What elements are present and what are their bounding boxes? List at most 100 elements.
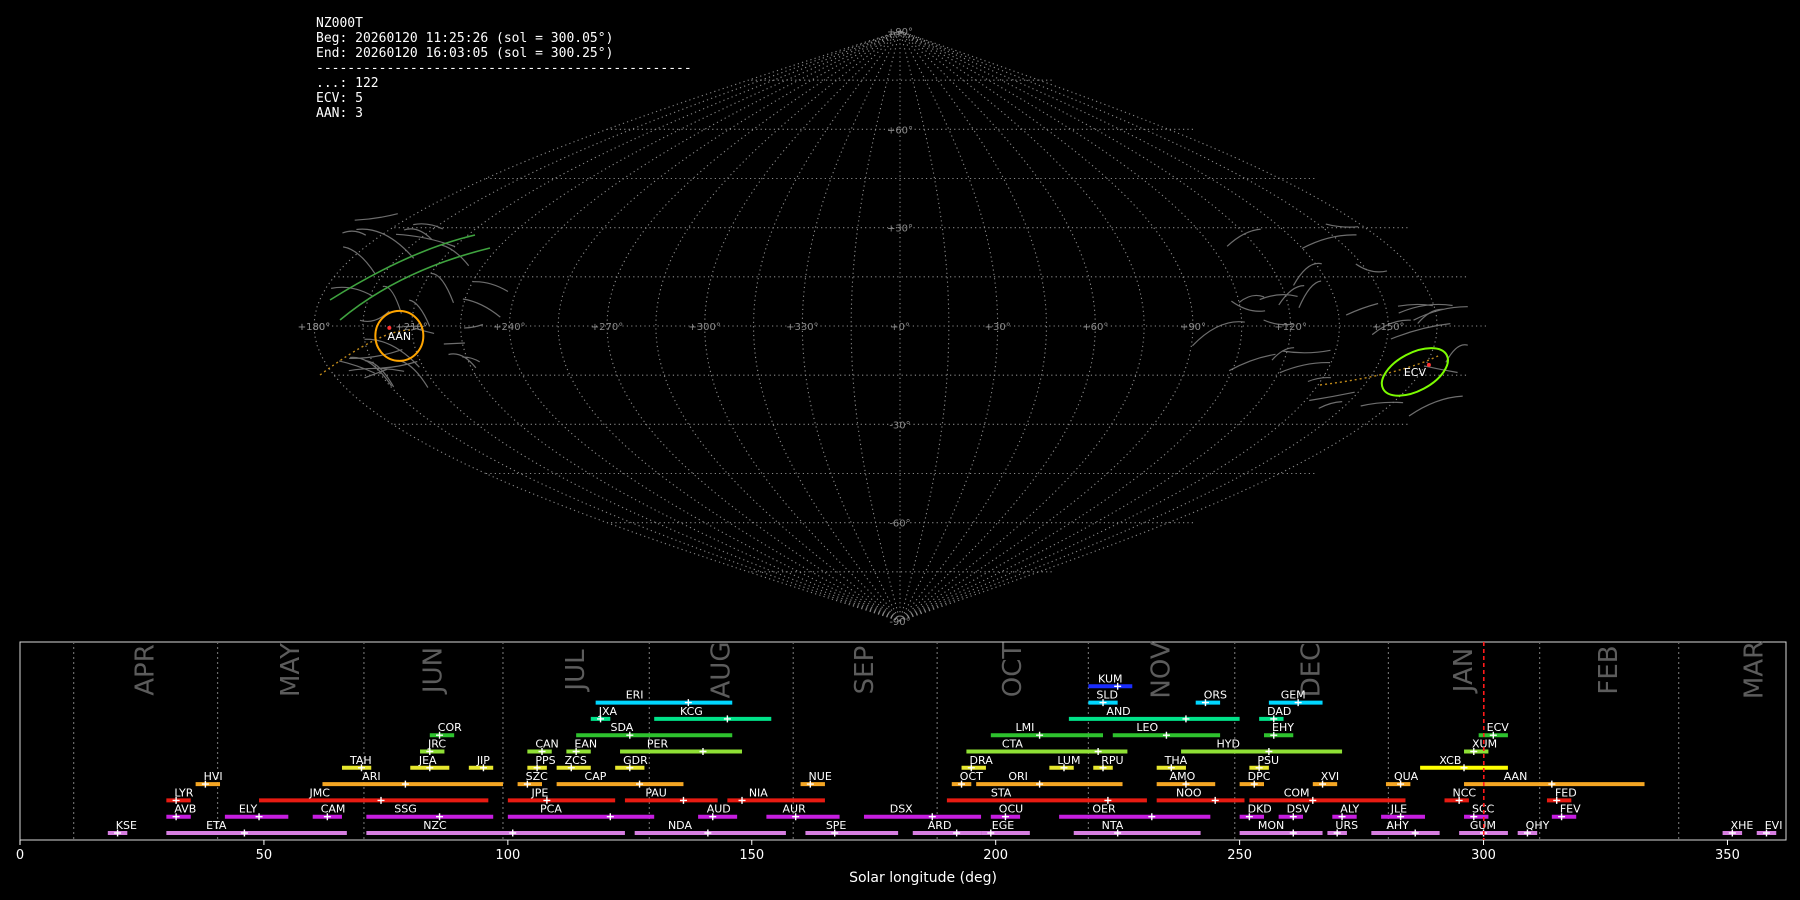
- shower-label: EGE: [992, 819, 1014, 832]
- shower-label: CAP: [585, 770, 607, 783]
- shower-label: QHY: [1526, 819, 1550, 832]
- shower-label: FEV: [1560, 803, 1581, 816]
- radiant-ecv: ECV: [1380, 347, 1449, 397]
- meteor-trail: [1309, 391, 1355, 402]
- shower-label: NOO: [1176, 786, 1202, 799]
- shower-label: TAH: [349, 754, 372, 767]
- shower-label: OER: [1092, 803, 1116, 816]
- meteor-trail: [473, 281, 509, 293]
- shower-label: CAN: [535, 738, 558, 751]
- shower-label: CAM: [321, 803, 346, 816]
- meteor-trail: [1408, 395, 1463, 417]
- shower-label: AND: [1106, 705, 1130, 718]
- meteor-trail: [1318, 401, 1343, 409]
- shower-label: STA: [991, 786, 1012, 799]
- meteor-trail: [1298, 280, 1322, 309]
- meteor-trail: [1301, 234, 1357, 250]
- shower-label: LUM: [1057, 754, 1080, 767]
- shower-label: SPE: [826, 819, 847, 832]
- x-tick-label: 250: [1227, 848, 1252, 863]
- shower-label: ELY: [239, 803, 258, 816]
- shower-label: ERI: [626, 689, 644, 702]
- x-tick-label: 200: [983, 848, 1008, 863]
- longitude-tick-label: +90°: [1180, 322, 1206, 333]
- shower-label: DKD: [1248, 803, 1272, 816]
- meteor-trail: [342, 230, 367, 236]
- longitude-tick-label: +330°: [786, 322, 818, 333]
- shower-label: FED: [1555, 786, 1577, 799]
- month-label: FEB: [1594, 645, 1624, 694]
- shower-label: ORS: [1204, 689, 1227, 702]
- shower-label: DPC: [1248, 770, 1271, 783]
- x-tick-label: 50: [256, 848, 273, 863]
- shower-label: THA: [1164, 754, 1188, 767]
- radiant-label: ECV: [1404, 366, 1427, 379]
- month-label: MAR: [1739, 641, 1769, 699]
- shower-label: JLE: [1390, 803, 1407, 816]
- latitude-tick-label: -90°: [889, 617, 910, 628]
- radiant-point: [1426, 362, 1431, 367]
- shower-label: EVI: [1765, 819, 1783, 832]
- meteor-trail: [1226, 228, 1261, 247]
- shower-label: ZCS: [565, 754, 587, 767]
- shower-label: XCB: [1439, 754, 1461, 767]
- latitude-tick-label: +60°: [887, 125, 913, 136]
- meteor-trail: [342, 246, 376, 275]
- longitude-tick-label: +120°: [1274, 322, 1306, 333]
- shower-label: AVB: [174, 803, 196, 816]
- month-label: AUG: [706, 642, 736, 699]
- meteor-trail: [448, 353, 477, 369]
- x-axis-label: Solar longitude (deg): [849, 870, 997, 886]
- meteor-trail: [403, 228, 433, 240]
- month-label: SEP: [850, 646, 880, 695]
- shower-label: HVI: [204, 770, 223, 783]
- meteor-trail: [1413, 306, 1468, 321]
- radiant-label: AAN: [388, 330, 412, 343]
- month-label: JUN: [418, 647, 448, 695]
- radiant-aan: AAN: [374, 309, 425, 362]
- x-tick-label: 100: [495, 848, 520, 863]
- shower-label: URS: [1335, 819, 1358, 832]
- shower-label: PER: [647, 738, 669, 751]
- x-tick-label: 300: [1471, 848, 1496, 863]
- shower-label: PPS: [535, 754, 555, 767]
- meteor-trail: [382, 285, 402, 314]
- month-label: APR: [131, 644, 161, 696]
- shower-label: SLD: [1096, 689, 1118, 702]
- shower-label: JXA: [598, 705, 618, 718]
- shower-label: DSX: [890, 803, 913, 816]
- shower-label: GEM: [1281, 689, 1306, 702]
- shower-label: XVI: [1321, 770, 1339, 783]
- shower-label: SDA: [610, 721, 633, 734]
- shower-label: ETA: [206, 819, 227, 832]
- meteor-trail: [1259, 294, 1298, 301]
- shower-label: EAN: [574, 738, 597, 751]
- shower-label: LYR: [174, 786, 193, 799]
- meteor-trail: [356, 228, 415, 259]
- longitude-tick-label: +270°: [591, 322, 623, 333]
- longitude-tick-label: +60°: [1082, 322, 1108, 333]
- month-label: JAN: [1449, 648, 1479, 694]
- meteor-trail: [1228, 353, 1276, 372]
- month-label: OCT: [998, 643, 1028, 698]
- meteor-trail: [395, 233, 456, 248]
- shower-label: GDR: [623, 754, 648, 767]
- meteor-trail: [1231, 300, 1266, 312]
- month-label: JUL: [561, 649, 591, 693]
- meteor-trails: [330, 213, 1468, 417]
- shower-label: KCG: [680, 705, 703, 718]
- longitude-tick-label: +150°: [1372, 322, 1404, 333]
- meteor-trail: [354, 213, 398, 221]
- shower-label: JIP: [476, 754, 490, 767]
- shower-timeline-chart: APR MAY JUN JUL AUG SEP OCT NOV DEC JAN FEB MARKUME…: [16, 641, 1787, 886]
- shower-label: OCT: [960, 770, 983, 783]
- latitude-tick-label: +90°: [887, 27, 913, 38]
- meteor-trail: [430, 272, 455, 304]
- meteor-trail: [1279, 361, 1331, 374]
- shower-label: ARI: [362, 770, 380, 783]
- shower-label: SSG: [394, 803, 417, 816]
- ecv-trail: [329, 234, 476, 301]
- month-label: MAY: [276, 643, 306, 697]
- shower-label: JEA: [418, 754, 437, 767]
- latitude-tick-label: -60°: [889, 519, 910, 530]
